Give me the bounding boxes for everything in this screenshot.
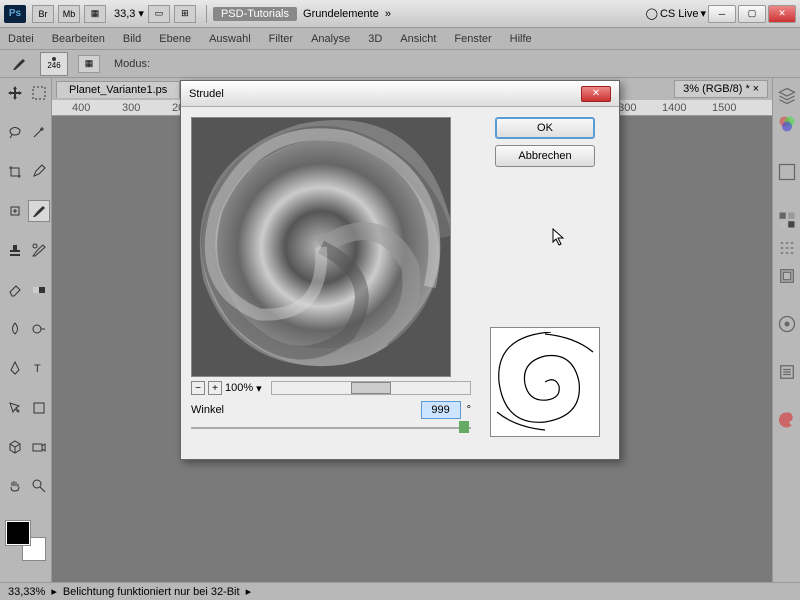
dropdown-icon: ▾ xyxy=(138,7,144,20)
menu-3d[interactable]: 3D xyxy=(368,33,382,45)
brush-preset-picker[interactable]: 246 xyxy=(40,52,68,76)
current-tool-icon[interactable] xyxy=(8,53,30,75)
dodge-tool[interactable] xyxy=(28,318,50,340)
eraser-tool[interactable] xyxy=(4,279,26,301)
dropdown-icon: ▾ xyxy=(700,7,706,20)
dropdown-icon[interactable]: ▾ xyxy=(256,382,262,395)
zoom-tool[interactable] xyxy=(28,475,50,497)
chevron-right-icon[interactable]: ▸ xyxy=(246,585,252,598)
shape-tool[interactable] xyxy=(28,397,50,419)
dialog-titlebar[interactable]: Strudel ✕ xyxy=(181,81,619,107)
options-bar: 246 ▦ Modus: xyxy=(0,50,800,78)
preview-zoom-controls: − + 100% ▾ xyxy=(191,381,471,395)
document-tab[interactable]: Planet_Variante1.ps xyxy=(56,81,180,98)
lasso-tool[interactable] xyxy=(4,121,26,143)
cslive-icon[interactable]: ◯ xyxy=(646,7,658,20)
extras-icon[interactable]: ⊞ xyxy=(174,5,196,23)
filter-thumbnail xyxy=(490,327,600,437)
crop-tool[interactable] xyxy=(4,161,26,183)
swatches-panel-icon[interactable] xyxy=(777,210,797,230)
menu-analyse[interactable]: Analyse xyxy=(311,33,350,45)
slider-thumb[interactable] xyxy=(459,421,469,433)
preview-scrollbar[interactable] xyxy=(271,381,471,395)
chevron-right-icon[interactable]: » xyxy=(385,8,391,20)
styles-panel-icon[interactable] xyxy=(777,238,797,258)
strudel-dialog: Strudel ✕ xyxy=(180,80,620,460)
main-menu: Datei Bearbeiten Bild Ebene Auswahl Filt… xyxy=(0,28,800,50)
window-titlebar: Ps Br Mb ▦ 33,3▾ ▭ ⊞ PSD-Tutorials Grund… xyxy=(0,0,800,28)
adjustments-panel-icon[interactable] xyxy=(777,162,797,182)
foreground-color[interactable] xyxy=(6,521,30,545)
angle-slider[interactable] xyxy=(191,419,471,437)
document-tab-info: 3% (RGB/8) * × xyxy=(674,80,768,98)
move-tool[interactable] xyxy=(4,82,26,104)
color-panel-icon[interactable] xyxy=(777,410,797,430)
paths-panel-icon[interactable] xyxy=(777,266,797,286)
mode-label: Modus: xyxy=(114,58,150,70)
menu-fenster[interactable]: Fenster xyxy=(454,33,491,45)
selection-tool[interactable] xyxy=(4,397,26,419)
menu-ebene[interactable]: Ebene xyxy=(159,33,191,45)
zoom-level-select[interactable]: 33,3▾ xyxy=(110,5,148,23)
angle-input[interactable] xyxy=(421,401,461,419)
menu-bild[interactable]: Bild xyxy=(123,33,141,45)
blur-tool[interactable] xyxy=(4,318,26,340)
3d-camera-tool[interactable] xyxy=(28,436,50,458)
dialog-title: Strudel xyxy=(189,88,224,100)
bridge-icon[interactable]: Br xyxy=(32,5,54,23)
type-tool[interactable]: T xyxy=(28,357,50,379)
stamp-tool[interactable] xyxy=(4,239,26,261)
workspace-tab-grund[interactable]: Grundelemente xyxy=(303,8,379,20)
eyedropper-tool[interactable] xyxy=(28,161,50,183)
menu-hilfe[interactable]: Hilfe xyxy=(510,33,532,45)
brush-tool[interactable] xyxy=(28,200,50,222)
3d-tool[interactable] xyxy=(4,436,26,458)
layers-panel-icon[interactable] xyxy=(777,86,797,106)
status-message: Belichtung funktioniert nur bei 32-Bit xyxy=(63,586,240,598)
filter-preview[interactable] xyxy=(191,117,451,377)
preview-zoom-value: 100% xyxy=(225,382,253,394)
panel-dock xyxy=(772,78,800,582)
status-bar: 33,33% ▸ Belichtung funktioniert nur bei… xyxy=(0,582,800,600)
color-swatches[interactable] xyxy=(4,519,48,563)
menu-ansicht[interactable]: Ansicht xyxy=(400,33,436,45)
toolbox: T xyxy=(0,78,52,582)
marquee-tool[interactable] xyxy=(28,82,50,104)
pen-tool[interactable] xyxy=(4,357,26,379)
zoom-out-button[interactable]: − xyxy=(191,381,205,395)
maximize-button[interactable]: ▢ xyxy=(738,5,766,23)
dialog-close-button[interactable]: ✕ xyxy=(581,86,611,102)
wand-tool[interactable] xyxy=(28,121,50,143)
cslive-label[interactable]: CS Live xyxy=(660,8,699,20)
minimize-button[interactable]: ─ xyxy=(708,5,736,23)
hand-tool[interactable] xyxy=(4,475,26,497)
history-panel-icon[interactable] xyxy=(777,362,797,382)
zoom-in-button[interactable]: + xyxy=(208,381,222,395)
channels-panel-icon[interactable] xyxy=(777,114,797,134)
menu-datei[interactable]: Datei xyxy=(8,33,34,45)
arrange-icon[interactable]: ▦ xyxy=(84,5,106,23)
history-brush-tool[interactable] xyxy=(28,239,50,261)
degree-icon: ° xyxy=(467,404,471,416)
status-zoom[interactable]: 33,33% xyxy=(8,586,45,598)
cancel-button[interactable]: Abbrechen xyxy=(495,145,595,167)
menu-auswahl[interactable]: Auswahl xyxy=(209,33,251,45)
minibridge-icon[interactable]: Mb xyxy=(58,5,80,23)
workspace-tab-psd[interactable]: PSD-Tutorials xyxy=(213,7,297,21)
close-tab-icon[interactable]: × xyxy=(753,83,759,95)
svg-text:T: T xyxy=(34,363,41,375)
info-panel-icon[interactable] xyxy=(777,314,797,334)
close-button[interactable]: ✕ xyxy=(768,5,796,23)
menu-bearbeiten[interactable]: Bearbeiten xyxy=(52,33,105,45)
heal-tool[interactable] xyxy=(4,200,26,222)
angle-label: Winkel xyxy=(191,404,224,416)
gradient-tool[interactable] xyxy=(28,279,50,301)
chevron-right-icon[interactable]: ▸ xyxy=(51,585,57,598)
brush-panel-toggle[interactable]: ▦ xyxy=(78,55,100,73)
photoshop-logo: Ps xyxy=(4,5,26,23)
screen-mode-icon[interactable]: ▭ xyxy=(148,5,170,23)
ok-button[interactable]: OK xyxy=(495,117,595,139)
menu-filter[interactable]: Filter xyxy=(269,33,293,45)
